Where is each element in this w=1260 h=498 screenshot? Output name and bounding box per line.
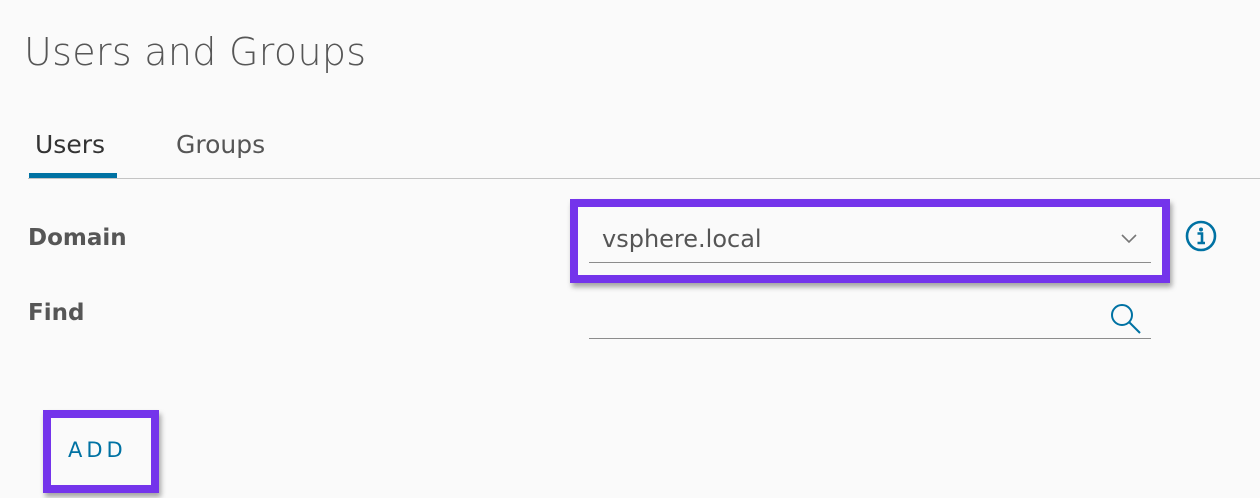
domain-label: Domain	[28, 225, 127, 251]
domain-select[interactable]: vsphere.local	[589, 218, 1151, 263]
find-label: Find	[28, 300, 85, 326]
add-button[interactable]: ADD	[68, 438, 127, 462]
tab-groups[interactable]: Groups	[176, 130, 265, 159]
info-icon[interactable]	[1185, 220, 1217, 252]
page-title: Users and Groups	[24, 30, 367, 74]
tab-divider	[28, 178, 1260, 179]
chevron-down-icon	[1121, 234, 1137, 244]
tab-bar: Users Groups	[0, 118, 1260, 179]
domain-select-value: vsphere.local	[602, 225, 762, 253]
users-and-groups-page: Users and Groups Users Groups Domain Fin…	[0, 0, 1260, 498]
search-icon[interactable]	[1108, 302, 1142, 336]
find-input[interactable]	[589, 296, 1151, 339]
tab-users[interactable]: Users	[35, 130, 105, 159]
